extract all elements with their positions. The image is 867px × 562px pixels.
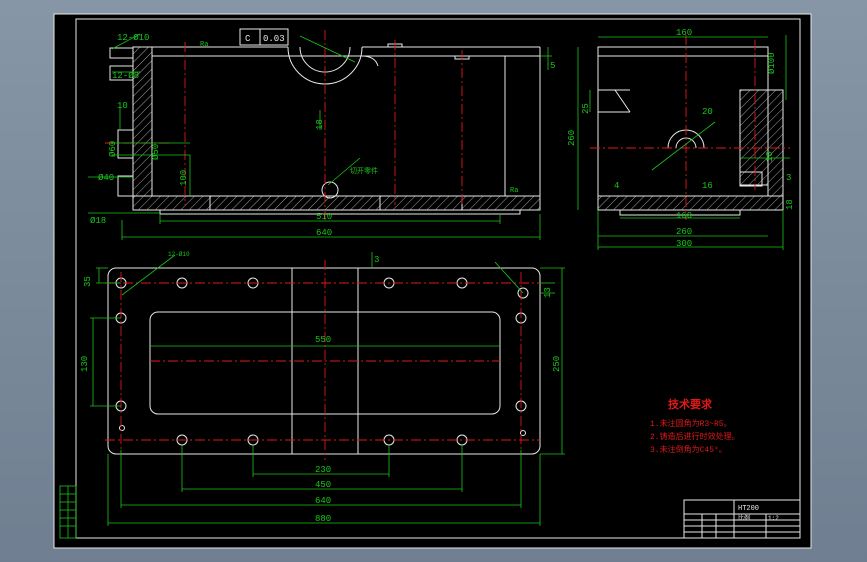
- side-dim-h260: 260: [567, 130, 577, 146]
- side-dim-ten: 10: [765, 151, 775, 162]
- cad-drawing-canvas[interactable]: C 0.03 12-Ø10 12-Ø8 10 Ø60 Ø50 Ø40 Ø18 1…: [0, 0, 867, 562]
- title-part-no: 比例: [738, 514, 750, 522]
- tech-req-title: 技术要求: [668, 397, 713, 412]
- dim-t18: 18: [315, 119, 325, 130]
- plan-dim-h250: 250: [552, 356, 562, 372]
- side-dim-w300: 300: [676, 239, 692, 249]
- side-dim-four: 4: [614, 181, 619, 191]
- title-scale: 1:2: [768, 515, 779, 522]
- front-left-wall: [132, 46, 153, 197]
- side-dim-eighteen: 18: [785, 199, 795, 210]
- drawing-sheet: [53, 13, 812, 549]
- front-note: 切开零件: [350, 166, 378, 176]
- side-dim-top160: 160: [676, 28, 692, 38]
- dim-ten: 10: [117, 101, 128, 111]
- plan-dim-h130: 130: [80, 356, 90, 372]
- dim-len640: 640: [316, 228, 332, 238]
- side-dim-sixteen: 16: [702, 181, 713, 191]
- side-dim-dia100: Ø100: [767, 52, 777, 74]
- tolerance-symbol: C: [245, 34, 251, 44]
- plan-dim-len880: 880: [315, 514, 331, 524]
- dim-bolt-holes-2: 12-Ø8: [112, 71, 139, 81]
- plan-dim-w35: 35: [83, 276, 93, 287]
- dim-dia60: Ø60: [108, 141, 118, 157]
- plan-note: 12-Ø10: [168, 251, 190, 258]
- side-base: [597, 195, 784, 211]
- roughness-mark-1: Ra: [200, 41, 208, 49]
- plan-dim-len640: 640: [315, 496, 331, 506]
- plan-dim-w13: 13: [543, 287, 553, 298]
- dim-dia18: Ø18: [90, 216, 106, 226]
- dim-len510: 510: [316, 212, 332, 222]
- dim-dia40: Ø40: [98, 173, 114, 183]
- dim-thread: 5: [550, 61, 555, 71]
- plan-dim-len550: 550: [315, 335, 331, 345]
- dim-h100: 100: [179, 170, 189, 186]
- dim-dia50: Ø50: [151, 144, 161, 160]
- plan-dim-len230: 230: [315, 465, 331, 475]
- tech-req-item-3: 3.未注倒角为C45°。: [650, 444, 727, 455]
- side-dim-h25: 25: [581, 103, 591, 114]
- tolerance-value: 0.03: [263, 34, 285, 44]
- side-dim-bot160: 160: [676, 211, 692, 221]
- side-dim-r20: 20: [702, 107, 713, 117]
- front-base: [132, 195, 541, 211]
- title-material: HT200: [738, 505, 759, 513]
- side-dim-w260: 260: [676, 227, 692, 237]
- roughness-mark-2: Ra: [510, 187, 518, 195]
- side-dim-three: 3: [786, 173, 791, 183]
- plan-dim-len450: 450: [315, 480, 331, 490]
- tech-req-item-1: 1.未注圆角为R3~R5。: [650, 418, 732, 429]
- tech-req-item-2: 2.铸造后进行时效处理。: [650, 431, 740, 442]
- dim-bolt-holes: 12-Ø10: [117, 33, 149, 43]
- plan-dim-w3: 3: [374, 255, 379, 265]
